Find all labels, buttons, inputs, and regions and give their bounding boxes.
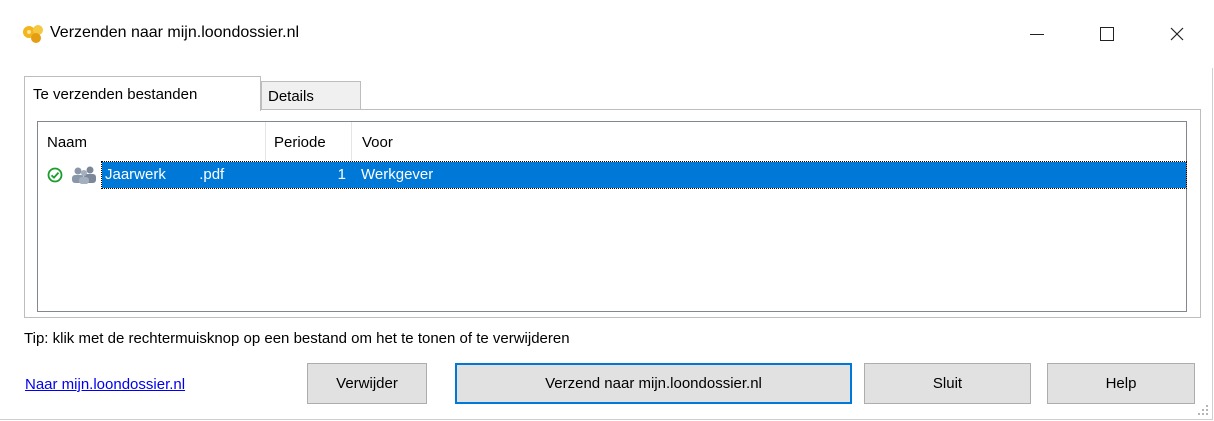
file-list[interactable]: Naam Periode Voor Jaarwerk .pdf 1 Werkge… <box>37 121 1187 312</box>
cell-naam: Jaarwerk .pdf <box>105 166 225 183</box>
tab-label: Te verzenden bestanden <box>33 85 198 103</box>
tab-details[interactable]: Details <box>261 81 361 110</box>
resize-grip-icon[interactable] <box>1197 404 1209 416</box>
help-button[interactable]: Help <box>1047 363 1195 404</box>
column-header-naam[interactable]: Naam <box>38 122 266 162</box>
loondossier-app-icon <box>23 25 43 43</box>
loondossier-link[interactable]: Naar mijn.loondossier.nl <box>25 376 185 393</box>
window-title: Verzenden naar mijn.loondossier.nl <box>50 24 300 41</box>
list-header: Naam Periode Voor <box>38 122 1186 162</box>
column-header-label: Voor <box>362 133 393 151</box>
check-circle-icon <box>47 167 63 183</box>
tip-text: Tip: klik met de rechtermuisknop op een … <box>24 330 570 347</box>
verzend-button[interactable]: Verzend naar mijn.loondossier.nl <box>455 363 852 404</box>
dialog-window: Verzenden naar mijn.loondossier.nl Te ve… <box>0 0 1213 420</box>
list-item[interactable]: Jaarwerk .pdf 1 Werkgever <box>38 161 1187 189</box>
close-button[interactable] <box>1142 0 1212 68</box>
column-header-voor[interactable]: Voor <box>352 122 1186 162</box>
title-bar[interactable]: Verzenden naar mijn.loondossier.nl <box>0 0 1213 68</box>
column-header-label: Periode <box>274 133 326 151</box>
cell-periode: 1 <box>337 166 346 183</box>
sluit-button[interactable]: Sluit <box>864 363 1031 404</box>
selected-row-cells[interactable]: Jaarwerk .pdf 1 Werkgever <box>101 161 1187 189</box>
minimize-icon <box>1030 33 1044 35</box>
verwijder-button[interactable]: Verwijder <box>307 363 427 404</box>
maximize-icon <box>1100 27 1114 41</box>
cell-voor: Werkgever <box>361 166 434 183</box>
tab-te-verzenden-bestanden[interactable]: Te verzenden bestanden <box>24 76 261 111</box>
column-header-label: Naam <box>47 133 88 151</box>
tab-label: Details <box>268 87 314 105</box>
minimize-button[interactable] <box>1002 0 1072 68</box>
column-header-periode[interactable]: Periode <box>266 122 352 162</box>
close-icon <box>1170 27 1184 41</box>
maximize-button[interactable] <box>1072 0 1142 68</box>
users-icon <box>72 166 96 184</box>
